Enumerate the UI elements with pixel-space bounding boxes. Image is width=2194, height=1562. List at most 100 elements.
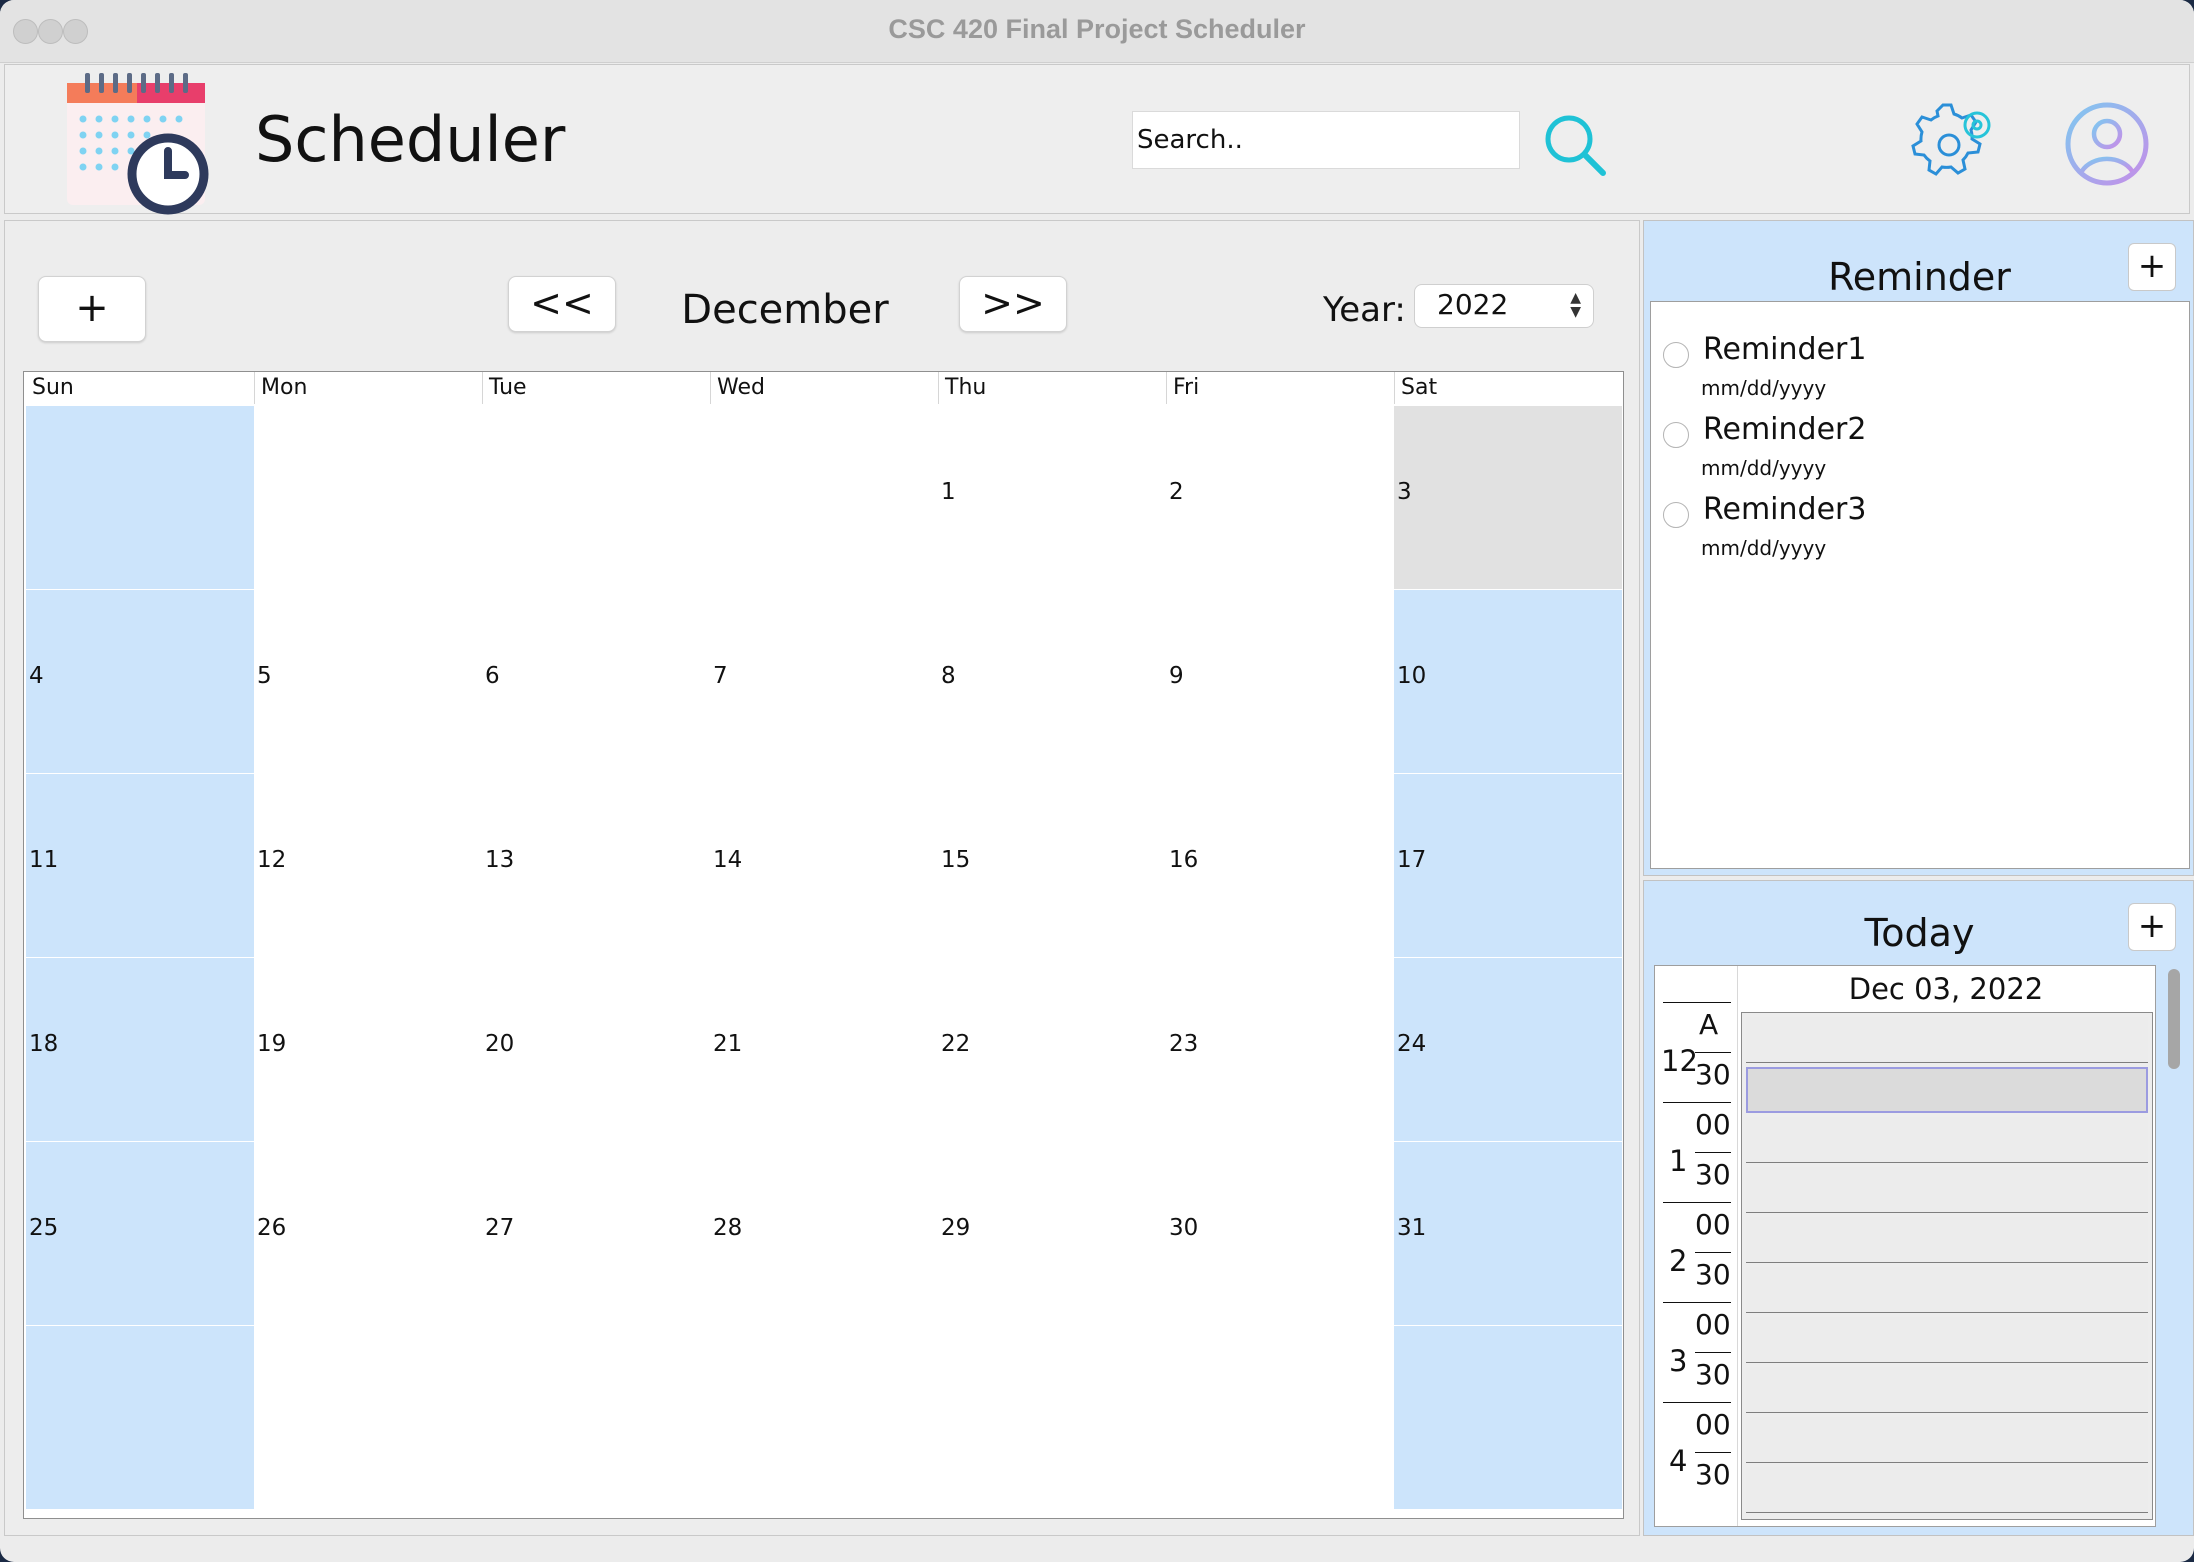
time-slot[interactable] — [1746, 1217, 2148, 1263]
weekday-sat: Sat — [1394, 372, 1622, 404]
day-cell-13[interactable]: 13 — [482, 774, 710, 958]
empty-day-cell[interactable] — [1166, 1326, 1394, 1510]
empty-day-cell[interactable] — [938, 1326, 1166, 1510]
day-number: 11 — [29, 847, 59, 873]
time-slot[interactable] — [1746, 1167, 2148, 1213]
day-number: 12 — [257, 847, 287, 873]
scrollbar-thumb[interactable] — [2168, 969, 2180, 1069]
weekday-fri: Fri — [1166, 372, 1394, 404]
day-number: 31 — [1397, 1215, 1427, 1241]
empty-day-cell[interactable] — [482, 406, 710, 590]
day-number: 26 — [257, 1215, 287, 1241]
hour-label: 12 — [1661, 1044, 1698, 1078]
day-cell-29[interactable]: 29 — [938, 1142, 1166, 1326]
reminder-radio[interactable] — [1663, 422, 1689, 448]
reminder-radio[interactable] — [1663, 342, 1689, 368]
empty-day-cell[interactable] — [26, 1326, 254, 1510]
stepper-arrows-icon: ▲ ▼ — [1570, 290, 1581, 320]
gear-icon[interactable] — [1909, 99, 1999, 189]
time-slot[interactable] — [1746, 1017, 2148, 1063]
time-slot[interactable] — [1746, 1417, 2148, 1463]
day-number: 24 — [1397, 1031, 1427, 1057]
day-cell-6[interactable]: 6 — [482, 590, 710, 774]
year-label: Year: — [1323, 290, 1406, 330]
day-cell-20[interactable]: 20 — [482, 958, 710, 1142]
day-cell-28[interactable]: 28 — [710, 1142, 938, 1326]
day-number: 19 — [257, 1031, 287, 1057]
day-cell-11[interactable]: 11 — [26, 774, 254, 958]
reminder-list: Reminder1 mm/dd/yyyy Reminder2 mm/dd/yyyy Re… — [1650, 301, 2190, 869]
empty-day-cell[interactable] — [254, 406, 482, 590]
day-cell-5[interactable]: 5 — [254, 590, 482, 774]
add-today-event-button[interactable]: + — [2128, 903, 2176, 951]
window-title: CSC 420 Final Project Scheduler — [888, 14, 1306, 44]
hour-label: 2 — [1669, 1244, 1688, 1278]
day-number: 9 — [1169, 663, 1184, 689]
empty-day-cell[interactable] — [26, 406, 254, 590]
time-slot[interactable] — [1746, 1367, 2148, 1413]
day-cell-25[interactable]: 25 — [26, 1142, 254, 1326]
day-cell-10[interactable]: 10 — [1394, 590, 1622, 774]
day-cell-16[interactable]: 16 — [1166, 774, 1394, 958]
half-hour-divider — [1695, 1452, 1731, 1453]
half-hour-divider — [1695, 1152, 1731, 1153]
day-number: 6 — [485, 663, 500, 689]
time-slot[interactable] — [1746, 1267, 2148, 1313]
day-cell-3[interactable]: 3 — [1394, 406, 1622, 590]
user-icon[interactable] — [2062, 99, 2152, 189]
empty-day-cell[interactable] — [710, 1326, 938, 1510]
minute-label: 00 — [1695, 1308, 1731, 1341]
time-slot[interactable] — [1746, 1117, 2148, 1163]
day-cell-14[interactable]: 14 — [710, 774, 938, 958]
day-number: 5 — [257, 663, 272, 689]
weekday-thu: Thu — [938, 372, 1166, 404]
calendar-clock-logo — [67, 73, 209, 215]
empty-day-cell[interactable] — [482, 1326, 710, 1510]
empty-day-cell[interactable] — [1394, 1326, 1622, 1510]
day-number: 23 — [1169, 1031, 1199, 1057]
day-cell-27[interactable]: 27 — [482, 1142, 710, 1326]
day-number: 28 — [713, 1215, 743, 1241]
day-cell-30[interactable]: 30 — [1166, 1142, 1394, 1326]
reminder-radio[interactable] — [1663, 502, 1689, 528]
reminder-panel: Reminder + Reminder1 mm/dd/yyyy Reminder2 m… — [1643, 220, 2194, 876]
search-input[interactable] — [1132, 111, 1520, 169]
day-cell-8[interactable]: 8 — [938, 590, 1166, 774]
day-cell-31[interactable]: 31 — [1394, 1142, 1622, 1326]
day-cell-9[interactable]: 9 — [1166, 590, 1394, 774]
day-number: 18 — [29, 1031, 59, 1057]
hour-divider — [1663, 1302, 1731, 1303]
time-slot[interactable] — [1746, 1467, 2148, 1513]
reminder-date: mm/dd/yyyy — [1701, 536, 1827, 560]
empty-day-cell[interactable] — [254, 1326, 482, 1510]
year-select[interactable]: 2022 ▲ ▼ — [1414, 284, 1594, 328]
next-month-button[interactable]: >> — [959, 276, 1067, 332]
day-cell-23[interactable]: 23 — [1166, 958, 1394, 1142]
day-cell-26[interactable]: 26 — [254, 1142, 482, 1326]
day-cell-4[interactable]: 4 — [26, 590, 254, 774]
day-cell-17[interactable]: 17 — [1394, 774, 1622, 958]
day-cell-18[interactable]: 18 — [26, 958, 254, 1142]
time-slot[interactable] — [1746, 1317, 2148, 1363]
day-number: 2 — [1169, 479, 1184, 505]
add-reminder-button[interactable]: + — [2128, 243, 2176, 291]
day-cell-15[interactable]: 15 — [938, 774, 1166, 958]
day-cell-12[interactable]: 12 — [254, 774, 482, 958]
empty-day-cell[interactable] — [710, 406, 938, 590]
schedule-scrollbar[interactable] — [2164, 965, 2182, 1527]
day-cell-24[interactable]: 24 — [1394, 958, 1622, 1142]
minute-label: 00 — [1695, 1408, 1731, 1441]
day-cell-21[interactable]: 21 — [710, 958, 938, 1142]
time-slot[interactable] — [1746, 1067, 2148, 1113]
month-label: December — [681, 287, 889, 333]
day-cell-22[interactable]: 22 — [938, 958, 1166, 1142]
search-icon[interactable] — [1541, 111, 1609, 179]
day-cell-19[interactable]: 19 — [254, 958, 482, 1142]
previous-month-button[interactable]: << — [508, 276, 616, 332]
day-number: 7 — [713, 663, 728, 689]
day-cell-7[interactable]: 7 — [710, 590, 938, 774]
day-cell-1[interactable]: 1 — [938, 406, 1166, 590]
add-event-button[interactable]: + — [38, 276, 146, 342]
today-date: Dec 03, 2022 — [1848, 972, 2044, 1006]
day-cell-2[interactable]: 2 — [1166, 406, 1394, 590]
